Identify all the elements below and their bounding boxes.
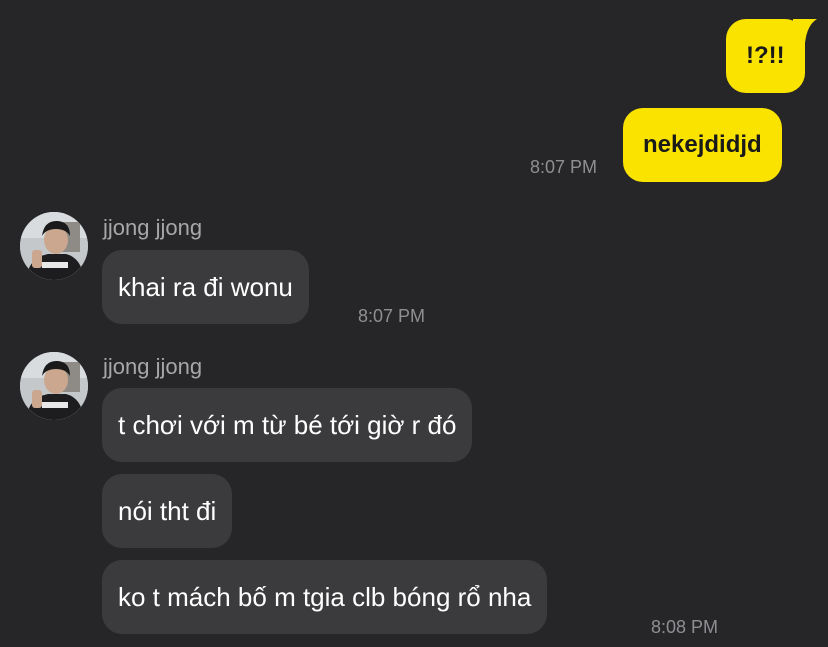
message-bubble-incoming[interactable]: nói tht đi <box>102 474 233 548</box>
sender-name: jjong jjong <box>103 354 203 379</box>
message-timestamp: 8:08 PM <box>651 617 719 637</box>
message-timestamp: 8:07 PM <box>358 306 426 326</box>
sender-avatar[interactable] <box>20 212 88 280</box>
message-bubble-incoming[interactable]: t chơi với m từ bé tới giờ r đó <box>102 388 473 462</box>
message-bubble-incoming[interactable]: ko t mách bố m tgia clb bóng rổ nha <box>102 560 548 634</box>
message-timestamp: 8:07 PM <box>530 157 598 177</box>
sender-avatar[interactable] <box>20 352 88 420</box>
profile-photo-icon <box>20 212 88 280</box>
message-bubble-outgoing[interactable]: nekejdidjd <box>623 108 782 182</box>
profile-photo-icon <box>20 352 88 420</box>
sender-name: jjong jjong <box>103 215 203 240</box>
message-bubble-incoming[interactable]: khai ra đi wonu <box>102 250 309 324</box>
outgoing-message-1[interactable]: !?!! <box>726 19 817 93</box>
bubble-tail-icon <box>792 19 817 43</box>
